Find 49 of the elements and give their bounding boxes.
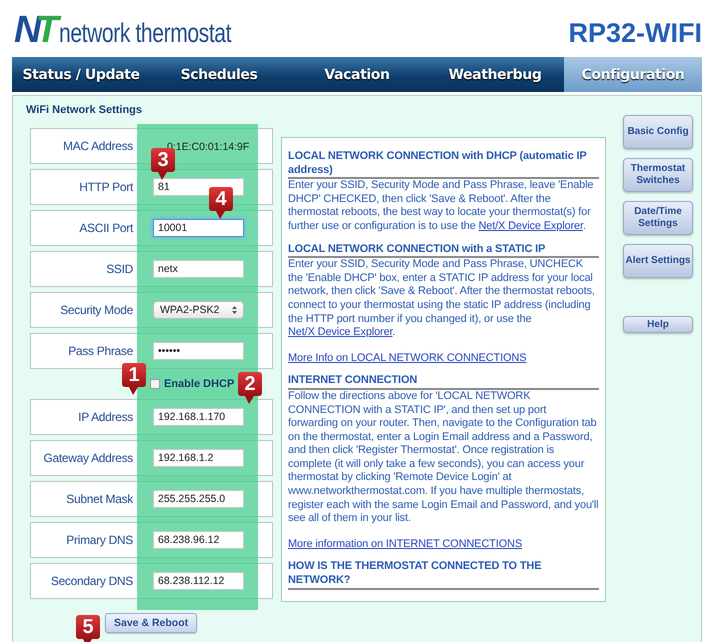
text-link[interactable]: More information on INTERNET CONNECTIONS <box>288 538 522 550</box>
text-link[interactable]: Net/X Device Explorer <box>288 326 392 338</box>
field-label: SSID <box>105 262 133 276</box>
field-label: Gateway Address <box>42 451 133 465</box>
input-field[interactable]: netx <box>153 260 244 278</box>
nav-tab[interactable]: Status / Update <box>12 57 150 92</box>
input-field[interactable]: 68.238.112.12 <box>153 572 244 590</box>
input-field[interactable]: 255.255.255.0 <box>153 490 244 508</box>
text-link[interactable]: More Info on LOCAL NETWORK CONNECTIONS <box>288 352 526 364</box>
nav-tab[interactable]: Weatherbug <box>426 57 564 92</box>
help-paragraph: Enter your SSID, Security Mode and Pass Phrase, leave 'Enable DHCP' CHECKED, then click 'Save & Reboot'. After the thermostat reboots, the best way to locate your thermostat(s) for further use or configuration is to use the Net/X Device Explorer. <box>288 179 594 234</box>
settings-button[interactable]: Date/Time Settings <box>623 201 693 235</box>
field-label: Security Mode <box>59 303 133 317</box>
field-label: Pass Phrase <box>67 344 133 358</box>
logo-text: network thermostat <box>58 18 231 48</box>
input-field[interactable]: 192.168.1.2 <box>153 449 244 467</box>
checkbox[interactable] <box>150 379 160 389</box>
section-title: WiFi Network Settings <box>26 104 144 118</box>
nav-tab[interactable]: Vacation <box>288 57 426 92</box>
section-heading: LOCAL NETWORK CONNECTION with a STATIC IP <box>288 242 599 258</box>
checkbox-label: Enable DHCP <box>164 378 234 390</box>
field-label: Secondary DNS <box>50 574 133 588</box>
section-heading: INTERNET CONNECTION <box>288 374 599 390</box>
select-field[interactable]: WPA2-PSK2 <box>153 301 244 319</box>
field-label: MAC Address <box>62 139 133 153</box>
field-label: Primary DNS <box>65 533 133 547</box>
settings-button[interactable]: Thermostat Switches <box>623 158 693 192</box>
section-heading: HOW IS THE THERMOSTAT CONNECTED TO THE NETWORK? <box>288 560 599 590</box>
settings-button[interactable]: Basic Config <box>623 115 693 149</box>
input-field[interactable]: •••••• <box>153 342 244 360</box>
help-button[interactable]: Help <box>623 316 693 333</box>
input-field[interactable]: 192.168.1.170 <box>153 408 244 426</box>
nav-tab[interactable]: Schedules <box>150 57 288 92</box>
logo-mark: NT <box>14 12 59 48</box>
input-field[interactable]: 68.238.96.12 <box>153 531 244 549</box>
settings-button[interactable]: Alert Settings <box>623 244 693 278</box>
field-label: IP Address <box>77 410 133 424</box>
updown-icon <box>232 306 237 314</box>
field-label: Subnet Mask <box>65 492 133 506</box>
mac-value: 0:1E:C0:01:14:9F <box>167 141 250 153</box>
field-label: HTTP Port <box>78 180 133 194</box>
help-paragraph: Follow the directions above for 'LOCAL NETWORK CONNECTION with a STATIC IP', and then set up port forwarding on your router. Then, navigate to the Configuration tab on the thermostat, enter a Login Email address and a Password, and then click 'Register Thermostat'. Once registration is complete (it will only take a few seconds), you can access your thermostat by clicking 'Remote Device Login' at www.networkthermostat.com. If you have multiple thermostats, register each with the same Login Email and Password, and you'll see all of them in your list. <box>288 390 599 526</box>
text-link[interactable]: Net/X Device Explorer <box>478 220 583 232</box>
help-paragraph: Enter your SSID, Security Mode and Pass Phrase, UNCHECK the 'Enable DHCP' box, enter a STATIC IP address for your local network, then click 'Save & Reboot'. After the thermostat reboots, connect to your thermostat using the static IP address (including the HTTP port number if you changed it), or use the Net/X Device Explorer. <box>288 258 596 340</box>
save-reboot-button[interactable]: Save & Reboot <box>105 613 198 633</box>
model-title: RP32-WIFI <box>568 18 702 48</box>
section-heading: LOCAL NETWORK CONNECTION with DHCP (automatic IP address) <box>288 150 599 180</box>
input-field[interactable]: 10001 <box>153 219 244 237</box>
field-label: ASCII Port <box>78 221 133 235</box>
